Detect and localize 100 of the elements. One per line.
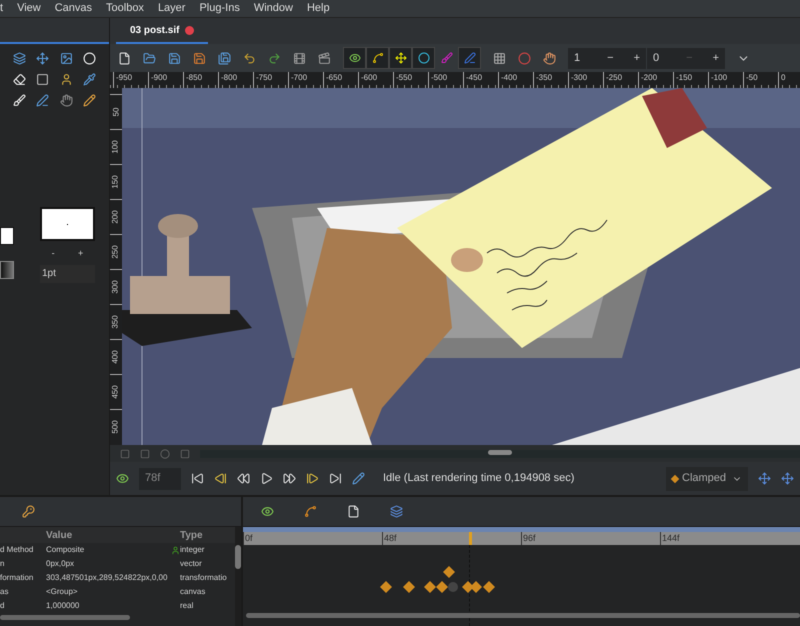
table-cell-text: as (0, 586, 10, 598)
ruler-label: 50 (110, 108, 121, 116)
table-cell-text: formation (0, 572, 34, 584)
move-icon (394, 52, 406, 64)
clapperboard-icon[interactable] (318, 52, 331, 64)
status-text: Idle (Last rendering time 0,194908 sec) (383, 471, 574, 486)
menu-item[interactable]: Help (306, 0, 330, 17)
rewind-icon[interactable] (237, 472, 250, 485)
table-cell: real (180, 600, 194, 612)
toggle-button[interactable] (458, 47, 481, 69)
picture-icon[interactable] (60, 52, 73, 65)
table-cell: integer (180, 544, 204, 556)
brush-icon[interactable] (13, 94, 26, 107)
table-cell-text: Composite (46, 544, 86, 556)
table-cell-text: d Method (0, 544, 34, 556)
square-icon[interactable] (36, 73, 50, 86)
increase-size-button[interactable]: + (78, 247, 84, 260)
ruler-label: 150 (110, 175, 121, 189)
time-label: 144f (662, 533, 680, 543)
menu-item[interactable]: Toolbox (106, 0, 144, 17)
play-icon[interactable] (260, 472, 273, 485)
key-icon[interactable] (22, 505, 35, 518)
decrease-size-button[interactable]: - (52, 247, 55, 260)
horizontal-scrollbar[interactable] (200, 450, 800, 458)
hand-icon[interactable] (543, 52, 556, 64)
move-icon[interactable] (781, 472, 794, 485)
interpolation-dropdown[interactable]: Clamped (666, 466, 748, 490)
film-icon[interactable] (293, 52, 306, 64)
layers-icon[interactable] (13, 52, 26, 65)
pencil-icon[interactable] (352, 472, 365, 485)
pencil-icon[interactable] (82, 94, 96, 107)
column-header: Type (180, 528, 203, 542)
offset-field[interactable]: 0 − + (647, 48, 725, 68)
menu-item[interactable]: Window (254, 0, 293, 17)
ruler-label: 300 (110, 280, 121, 294)
table-cell-text: 0px,0px (46, 558, 76, 570)
gradient-swatch[interactable] (0, 261, 14, 279)
grid-icon[interactable] (493, 52, 506, 64)
step-back-icon[interactable] (214, 472, 227, 485)
eraser-icon[interactable] (13, 73, 26, 86)
new-file-icon[interactable] (118, 52, 131, 64)
time-ruler[interactable]: 0f 48f 96f 144f (243, 532, 800, 545)
close-icon[interactable] (185, 26, 194, 34)
brush-preview (40, 207, 95, 241)
table-cell: transformatio (180, 572, 227, 584)
skip-back-icon[interactable] (191, 472, 204, 485)
move-icon[interactable] (758, 472, 771, 485)
person-icon[interactable] (60, 73, 73, 86)
table-cell: canvas (180, 586, 206, 598)
pen-icon[interactable] (36, 94, 50, 107)
step-forward-icon[interactable] (306, 472, 319, 485)
toggle-button[interactable] (343, 47, 366, 69)
pen-icon (464, 52, 476, 64)
file-icon[interactable] (347, 505, 360, 518)
curve-icon[interactable] (304, 505, 317, 518)
toggle-button[interactable] (366, 47, 389, 69)
frame-field[interactable]: 78f (139, 468, 181, 490)
toggle-button[interactable] (412, 47, 435, 69)
ruler-label: 100 (110, 140, 121, 154)
ruler-label: 500 (110, 420, 121, 434)
fill-color-swatch[interactable] (0, 227, 14, 245)
time-label: 0f (245, 533, 253, 543)
toggle-button[interactable] (389, 47, 412, 69)
eye-icon (348, 52, 360, 64)
table-cell-text: 1,000000 (46, 600, 80, 612)
table-cell-text: <Group> (46, 586, 79, 598)
pipette-icon[interactable] (82, 73, 96, 86)
column-header: Value (46, 528, 74, 542)
horizontal-scrollbar[interactable] (0, 615, 130, 620)
ruler-label: 200 (110, 210, 121, 224)
undo-icon[interactable] (243, 52, 256, 64)
menu-item[interactable]: Canvas (54, 0, 92, 17)
table-cell-text: 303,487501px,289,524822px,0,00 (46, 572, 168, 584)
skip-forward-icon[interactable] (329, 472, 342, 485)
fast-forward-icon[interactable] (283, 472, 296, 485)
ruler-label: 350 (110, 315, 121, 329)
vertical-scrollbar[interactable] (235, 527, 241, 626)
spline-icon (372, 52, 384, 64)
menu-item[interactable]: View (17, 0, 41, 17)
folder-icon[interactable] (143, 52, 156, 64)
menu-item[interactable]: Layer (158, 0, 186, 17)
brush-icon (440, 52, 452, 64)
save-icon[interactable] (168, 52, 181, 64)
time-label: 48f (384, 533, 397, 543)
menu-item[interactable]: Plug-Ins (199, 0, 240, 17)
circle-icon (418, 52, 430, 64)
redo-icon[interactable] (268, 52, 281, 64)
brush-size-field[interactable]: 1pt (40, 264, 95, 282)
save-icon[interactable] (193, 52, 206, 64)
menu-item[interactable]: t (0, 0, 4, 17)
horizontal-scrollbar[interactable] (246, 613, 800, 618)
layers-icon[interactable] (390, 505, 403, 518)
move-icon[interactable] (36, 52, 50, 65)
save-all-icon[interactable] (218, 52, 231, 64)
table-cell-text: n (0, 558, 6, 570)
eye-icon[interactable] (116, 472, 129, 485)
eye-icon[interactable] (261, 505, 274, 518)
hand-icon[interactable] (60, 94, 73, 107)
ruler-label: 400 (110, 350, 121, 364)
zoom-field[interactable]: 1 − + (568, 48, 646, 68)
